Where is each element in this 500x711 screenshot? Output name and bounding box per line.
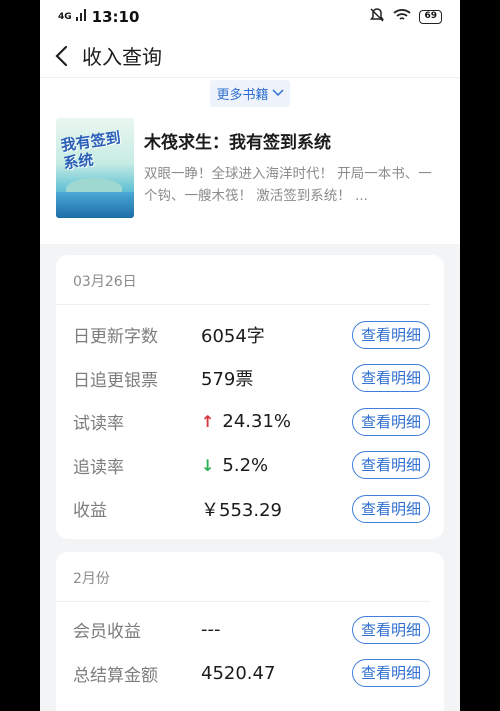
app-screen: 4G 13:10 69 收入查询 更多书籍 我有签到系统 木筏求生：我有签到系统… <box>40 0 460 711</box>
book-description: 双眼一睁！全球进入海洋时代！ 开局一本书、一个钩、一艘木筏！ 激活签到系统！ .… <box>144 166 432 204</box>
stat-row-words: 日更新字数 6054字 查看明细 <box>56 313 444 357</box>
row-value: --- <box>201 619 221 641</box>
daily-stats-card: 03月26日 日更新字数 6054字 查看明细 日追更银票 579票 查看明细 … <box>56 255 444 539</box>
row-value: 5.2% <box>222 454 269 476</box>
stat-row-follow-rate: 追读率 ↓ 5.2% 查看明细 <box>56 444 444 488</box>
stat-row-trial-rate: 试读率 ↑ 24.31% 查看明细 <box>56 400 444 444</box>
book-info: 木筏求生：我有签到系统 双眼一睁！全球进入海洋时代！ 开局一本书、一个钩、一艘木… <box>144 118 444 244</box>
view-detail-button[interactable]: 查看明细 <box>351 615 430 644</box>
mute-icon <box>369 7 385 27</box>
book-title: 木筏求生：我有签到系统 <box>144 133 331 153</box>
more-books-button[interactable]: 更多书籍 <box>210 79 290 107</box>
page-header: 收入查询 <box>40 34 460 78</box>
row-label: 试读率 <box>73 414 124 435</box>
row-label: 日更新字数 <box>73 327 158 348</box>
book-cover: 我有签到系统 <box>56 118 134 218</box>
status-bar: 4G 13:10 69 <box>40 0 460 34</box>
cover-title: 我有签到系统 <box>59 128 122 173</box>
view-detail-button[interactable]: 查看明细 <box>351 494 430 523</box>
row-label: 总结算金额 <box>73 665 158 686</box>
stat-row-income: 收益 ￥553.29 查看明细 <box>56 487 444 531</box>
stat-row-settlement: 总结算金额 4520.47 查看明细 <box>56 652 444 696</box>
monthly-date: 2月份 <box>56 552 430 602</box>
arrow-up-icon: ↑ <box>201 412 215 432</box>
battery-indicator: 69 <box>419 10 442 24</box>
row-value-wrap: ↓ 5.2% <box>201 455 268 476</box>
signal-indicator: 4G <box>58 11 72 22</box>
view-detail-button[interactable]: 查看明细 <box>351 659 430 688</box>
view-detail-button[interactable]: 查看明细 <box>351 364 430 393</box>
stat-row-member-income: 会员收益 --- 查看明细 <box>56 608 444 652</box>
row-label: 会员收益 <box>73 622 141 643</box>
book-card[interactable]: 我有签到系统 木筏求生：我有签到系统 双眼一睁！全球进入海洋时代！ 开局一本书、… <box>40 108 460 244</box>
more-books-label: 更多书籍 <box>216 87 269 103</box>
daily-date: 03月26日 <box>56 255 430 305</box>
row-label: 追读率 <box>73 457 124 478</box>
row-value: 4520.47 <box>201 662 276 684</box>
row-value: 24.31% <box>222 411 292 433</box>
chevron-down-icon <box>271 86 284 101</box>
row-label: 日追更银票 <box>73 370 158 391</box>
row-value: ￥553.29 <box>201 499 282 521</box>
row-value-wrap: ↑ 24.31% <box>201 411 291 432</box>
view-detail-button[interactable]: 查看明细 <box>351 407 430 436</box>
monthly-stats-card: 2月份 会员收益 --- 查看明细 总结算金额 4520.47 查看明细 <box>56 552 444 711</box>
more-books-bar: 更多书籍 <box>40 78 460 108</box>
wifi-icon <box>393 8 412 26</box>
clock: 13:10 <box>91 8 140 26</box>
signal-bars-icon <box>75 9 86 25</box>
view-detail-button[interactable]: 查看明细 <box>351 451 430 480</box>
cover-sea <box>56 192 134 218</box>
row-value: 6054字 <box>201 325 265 347</box>
view-detail-button[interactable]: 查看明细 <box>351 320 430 349</box>
arrow-down-icon: ↓ <box>201 455 215 475</box>
page-title: 收入查询 <box>82 45 162 69</box>
back-arrow-icon[interactable] <box>50 41 72 71</box>
row-label: 收益 <box>73 501 107 522</box>
stat-row-tickets: 日追更银票 579票 查看明细 <box>56 357 444 401</box>
row-value: 579票 <box>201 369 254 391</box>
